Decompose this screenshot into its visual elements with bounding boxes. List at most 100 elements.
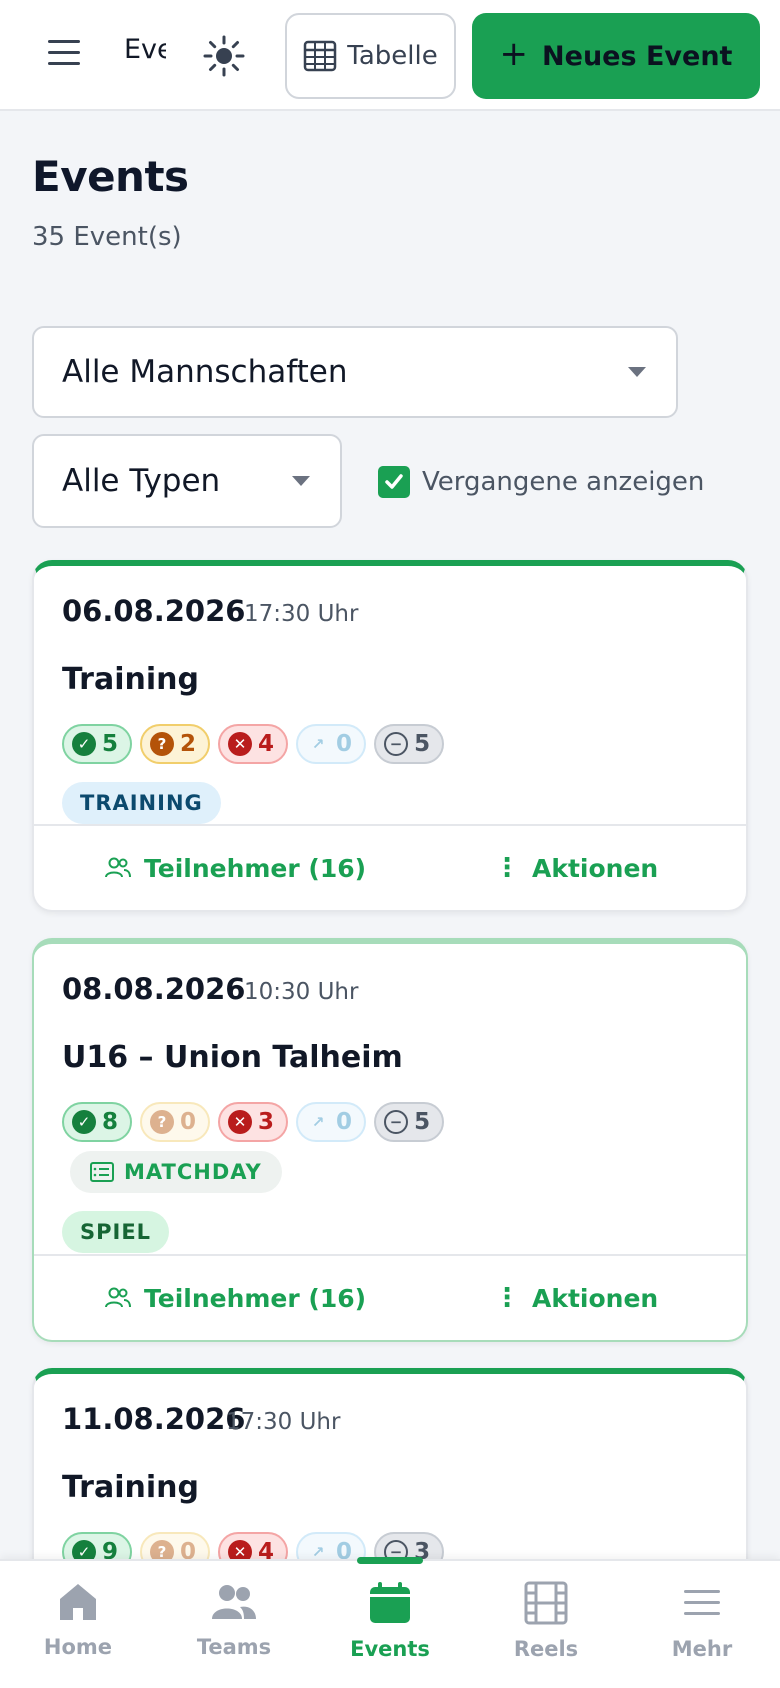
sun-icon[interactable] [202, 34, 246, 78]
nav-events-label: Events [350, 1637, 430, 1661]
card-footer: Teilnehmer (16) ⋮ Aktionen [34, 824, 746, 910]
event-title: Training [62, 1470, 199, 1505]
top-bar: Events Tabelle + Neues Event [0, 0, 780, 111]
attendance-summary: ✓ 5 ? 2 ✕ 4 ↗ 0 −5 [62, 724, 445, 764]
attendance-summary: ✓ 8 ? 0 ✕ 3 ↗ 0 −5 [62, 1102, 445, 1142]
yes-count: 8 [102, 1109, 119, 1135]
type-filter-select[interactable]: Alle Typen [32, 434, 342, 528]
page-title: Events [32, 152, 189, 201]
menu-icon[interactable] [48, 40, 80, 68]
participants-button[interactable]: Teilnehmer (16) [104, 826, 366, 910]
actions-button[interactable]: ⋮ Aktionen [494, 1256, 658, 1340]
x-circle-icon: ✕ [228, 732, 253, 756]
attendance-none-badge[interactable]: −5 [374, 724, 445, 764]
nav-events[interactable]: Events [312, 1557, 468, 1688]
type-filter-value: Alle Typen [62, 463, 221, 499]
attendance-yes-badge[interactable]: ✓ 5 [62, 724, 133, 764]
users-icon [212, 1585, 256, 1619]
maybe-count: 0 [180, 1109, 197, 1135]
attendance-no-badge[interactable]: ✕ 3 [218, 1102, 289, 1142]
event-time: 17:30 Uhr [244, 601, 359, 627]
actions-button[interactable]: ⋮ Aktionen [494, 826, 658, 910]
nav-more[interactable]: Mehr [624, 1561, 780, 1688]
attendance-external-badge[interactable]: ↗ 0 [296, 1102, 367, 1142]
home-icon [60, 1584, 96, 1620]
card-footer: Teilnehmer (16) ⋮ Aktionen [34, 1254, 746, 1340]
check-circle-icon: ✓ [72, 732, 96, 756]
matchday-badge[interactable]: MATCHDAY [70, 1151, 282, 1193]
external-count: 0 [336, 1109, 353, 1135]
attendance-maybe-badge[interactable]: ? 0 [140, 1102, 211, 1142]
x-circle-icon: ✕ [228, 1110, 253, 1134]
bottom-navigation: Home Teams Events Reels Mehr [0, 1557, 780, 1688]
calendar-icon [370, 1582, 410, 1623]
plus-icon: + [499, 34, 529, 74]
event-time: 17:30 Uhr [226, 1409, 341, 1435]
nav-home[interactable]: Home [0, 1561, 156, 1688]
check-circle-icon: ✓ [72, 1110, 96, 1134]
event-date: 06.08.2026 [62, 594, 246, 628]
nav-teams[interactable]: Teams [156, 1561, 312, 1688]
matchday-label: MATCHDAY [124, 1160, 262, 1184]
table-icon [304, 40, 337, 72]
question-circle-icon: ? [150, 732, 175, 756]
team-filter-value: Alle Mannschaften [62, 354, 348, 390]
attendance-yes-badge[interactable]: ✓ 8 [62, 1102, 133, 1142]
attendance-external-badge[interactable]: ↗ 0 [296, 724, 367, 764]
participants-label: Teilnehmer (16) [144, 1283, 367, 1313]
show-past-label: Vergangene anzeigen [422, 467, 705, 497]
participants-button[interactable]: Teilnehmer (16) [104, 1256, 366, 1340]
event-title: U16 – Union Talheim [62, 1040, 403, 1075]
event-title: Training [62, 662, 199, 697]
caret-down-icon [628, 367, 646, 377]
event-time: 10:30 Uhr [244, 979, 359, 1005]
new-event-button[interactable]: + Neues Event [472, 13, 760, 99]
yes-count: 5 [102, 731, 119, 757]
more-vertical-icon: ⋮ [494, 853, 520, 883]
event-count: 35 Event(s) [32, 222, 182, 252]
none-count: 5 [414, 731, 431, 757]
external-link-icon: ↗ [311, 1113, 325, 1131]
attendance-maybe-badge[interactable]: ? 2 [140, 724, 211, 764]
event-card[interactable]: 06.08.2026 17:30 Uhr Training ✓ 5 ? 2 ✕ 4 ↗… [32, 560, 748, 912]
users-icon [105, 857, 131, 878]
show-past-toggle[interactable]: Vergangene anzeigen [378, 466, 704, 498]
check-icon [385, 474, 403, 489]
participants-label: Teilnehmer (16) [144, 853, 367, 883]
minus-circle-icon: − [384, 1110, 409, 1134]
no-count: 4 [258, 731, 275, 757]
table-view-label: Tabelle [347, 41, 438, 71]
new-event-label: Neues Event [542, 40, 733, 72]
actions-label: Aktionen [532, 853, 659, 883]
no-count: 3 [258, 1109, 275, 1135]
event-type-tag: SPIEL [62, 1211, 170, 1253]
maybe-count: 2 [180, 731, 197, 757]
event-type-tag: TRAINING [62, 782, 221, 824]
nav-reels[interactable]: Reels [468, 1561, 624, 1688]
more-vertical-icon: ⋮ [494, 1283, 520, 1313]
event-date: 11.08.2026 [62, 1402, 246, 1436]
nav-teams-label: Teams [196, 1635, 272, 1659]
menu-icon [684, 1590, 720, 1615]
event-date: 08.08.2026 [62, 972, 246, 1006]
question-circle-icon: ? [150, 1110, 175, 1134]
attendance-no-badge[interactable]: ✕ 4 [218, 724, 289, 764]
nav-more-label: Mehr [671, 1637, 733, 1661]
users-icon [105, 1287, 131, 1308]
minus-circle-icon: − [384, 732, 409, 756]
table-view-button[interactable]: Tabelle [285, 13, 456, 99]
app-title: Events [124, 34, 166, 65]
show-past-checkbox[interactable] [378, 466, 410, 498]
actions-label: Aktionen [532, 1283, 659, 1313]
external-link-icon: ↗ [311, 735, 325, 753]
nav-home-label: Home [43, 1635, 113, 1659]
team-filter-select[interactable]: Alle Mannschaften [32, 326, 678, 418]
nav-reels-label: Reels [513, 1637, 579, 1661]
attendance-none-badge[interactable]: −5 [374, 1102, 445, 1142]
list-check-icon [90, 1162, 114, 1182]
event-card[interactable]: 08.08.2026 10:30 Uhr U16 – Union Talheim… [32, 938, 748, 1342]
active-tab-indicator [357, 1557, 423, 1564]
external-count: 0 [336, 731, 353, 757]
film-icon [524, 1581, 568, 1625]
none-count: 5 [414, 1109, 431, 1135]
